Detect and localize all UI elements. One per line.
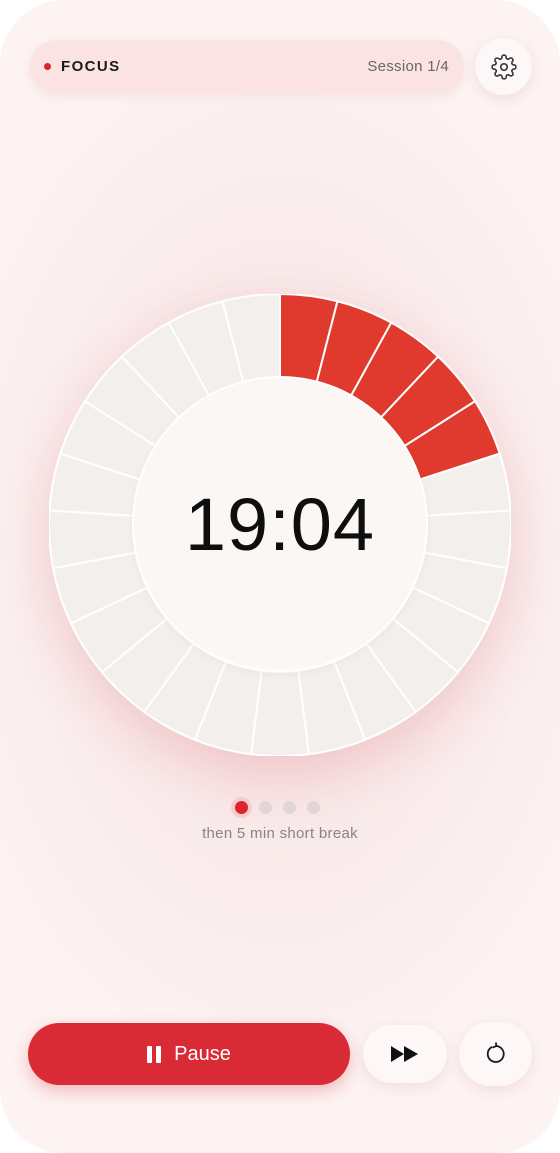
settings-button[interactable] [475,38,532,95]
session-dot-current [235,800,248,814]
session-dot [283,800,296,814]
gear-icon [490,53,517,80]
pomodoro-screen: FOCUS Session 1/4 19:04 then 5 min short… [0,0,560,1153]
status-dot [44,63,51,70]
pause-label: Pause [174,1042,231,1065]
session-counter: Session 1/4 [367,58,449,75]
pause-icon [147,1045,162,1063]
mode-label: FOCUS [61,58,121,75]
pause-button[interactable]: Pause [28,1023,350,1085]
session-dot [307,800,320,814]
restart-icon [486,1042,505,1063]
fast-forward-icon [391,1046,418,1062]
status-bar: FOCUS Session 1/4 [30,40,464,93]
reset-button[interactable] [459,1022,532,1086]
session-dots [235,798,331,816]
time-remaining: 19:04 [184,482,376,566]
skip-button[interactable] [363,1025,447,1083]
session-dot [259,800,272,814]
next-break-label: then 5 min short break [202,825,358,842]
